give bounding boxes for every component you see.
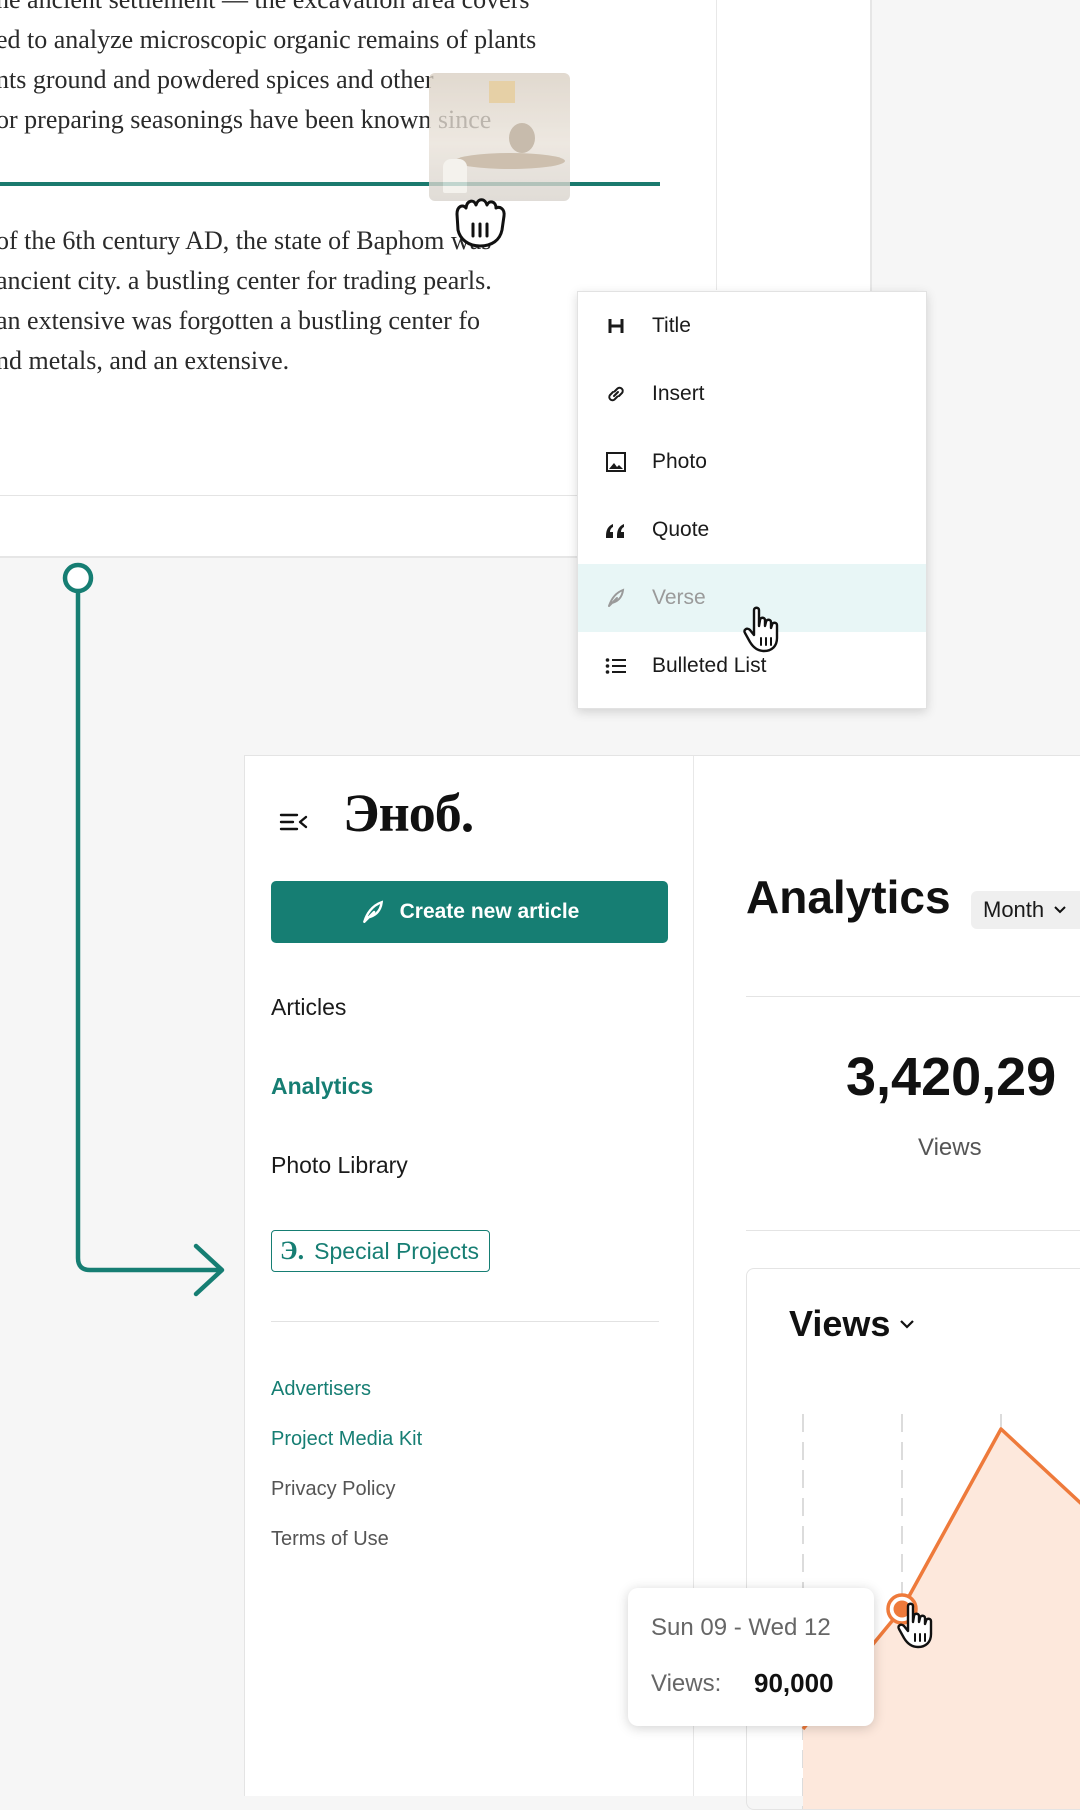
collapse-menu-icon[interactable] xyxy=(279,810,309,834)
link-privacy-policy[interactable]: Privacy Policy xyxy=(271,1478,395,1501)
pointer-cursor-icon xyxy=(897,1602,933,1649)
menu-item-label: Verse xyxy=(652,586,706,609)
paragraph-line: nd metals, and an extensive. xyxy=(0,346,290,375)
period-select[interactable]: Month xyxy=(971,891,1080,929)
header-divider xyxy=(746,996,1080,997)
period-select-value: Month xyxy=(983,897,1045,922)
flow-connector-arrow xyxy=(62,562,225,1297)
menu-item-label: Bulleted List xyxy=(652,654,767,677)
menu-item-label: Title xyxy=(652,314,691,337)
views-chart-card: Views xyxy=(746,1268,1080,1810)
views-chart xyxy=(801,1414,1080,1809)
create-article-button[interactable]: Create new article xyxy=(271,881,668,943)
heading-icon xyxy=(603,313,629,339)
paragraph-line: an extensive was forgotten a bustling ce… xyxy=(0,306,480,335)
chevron-down-icon xyxy=(900,1319,915,1329)
tooltip-date-range: Sun 09 - Wed 12 xyxy=(651,1614,831,1641)
editor-paragraph-2[interactable]: of the 6th century AD, the state of Baph… xyxy=(0,221,492,381)
logo[interactable]: Эноб. xyxy=(343,782,474,844)
chart-tooltip: Sun 09 - Wed 12 Views: 90,000 xyxy=(628,1588,874,1726)
thumbnail-table xyxy=(455,153,565,169)
pointer-cursor-icon xyxy=(743,606,779,653)
thumbnail-plant xyxy=(509,123,535,153)
menu-item-label: Insert xyxy=(652,382,705,405)
thumbnail-frame xyxy=(489,81,515,103)
chart-title: Views xyxy=(789,1303,891,1344)
menu-item-title[interactable]: Title xyxy=(578,292,926,360)
paragraph-line: ed to analyze microscopic organic remain… xyxy=(0,25,537,54)
paragraph-line: he ancient settlement — the excavation a… xyxy=(0,0,536,20)
nav-analytics[interactable]: Analytics xyxy=(271,1073,373,1100)
page-title: Analytics xyxy=(746,871,951,923)
total-views-caption: Views xyxy=(918,1134,982,1161)
special-projects-button[interactable]: Э. Special Projects xyxy=(271,1230,491,1272)
link-icon xyxy=(603,381,629,407)
sidebar-divider xyxy=(271,1321,659,1322)
menu-item-insert[interactable]: Insert xyxy=(578,360,926,428)
chart-metric-select[interactable]: Views xyxy=(789,1303,915,1345)
feather-icon xyxy=(362,900,383,923)
tooltip-value: 90,000 xyxy=(754,1668,834,1698)
thumbnail-chair xyxy=(443,159,467,193)
link-terms-of-use[interactable]: Terms of Use xyxy=(271,1528,389,1551)
editor-column-divider xyxy=(716,0,717,290)
link-advertisers[interactable]: Advertisers xyxy=(271,1378,371,1401)
sidebar: Эноб. Create new article Articles Analyt… xyxy=(245,756,694,1796)
grab-cursor-icon xyxy=(455,198,506,248)
stats-divider xyxy=(746,1230,1080,1231)
menu-item-photo[interactable]: Photo xyxy=(578,428,926,496)
special-projects-label: Special Projects xyxy=(314,1237,480,1264)
chevron-down-icon xyxy=(1054,906,1066,914)
paragraph-line: of the 6th century AD, the state of Baph… xyxy=(0,226,492,255)
quote-icon xyxy=(603,517,629,543)
link-media-kit[interactable]: Project Media Kit xyxy=(271,1428,422,1451)
create-article-label: Create new article xyxy=(399,900,580,923)
menu-item-label: Photo xyxy=(652,450,707,473)
menu-item-quote[interactable]: Quote xyxy=(578,496,926,564)
paragraph-line: ancient city. a bustling center for trad… xyxy=(0,266,492,295)
dragged-image-thumbnail[interactable] xyxy=(429,73,570,201)
total-views-value: 3,420,29 xyxy=(846,1047,1057,1107)
feather-icon xyxy=(603,585,629,611)
special-projects-logo-icon: Э. xyxy=(280,1236,305,1265)
nav-photo-library[interactable]: Photo Library xyxy=(271,1152,408,1179)
image-icon xyxy=(603,449,629,475)
tooltip-label: Views: xyxy=(651,1670,722,1697)
list-icon xyxy=(603,653,629,679)
nav-articles[interactable]: Articles xyxy=(271,994,346,1021)
menu-item-label: Quote xyxy=(652,518,710,541)
